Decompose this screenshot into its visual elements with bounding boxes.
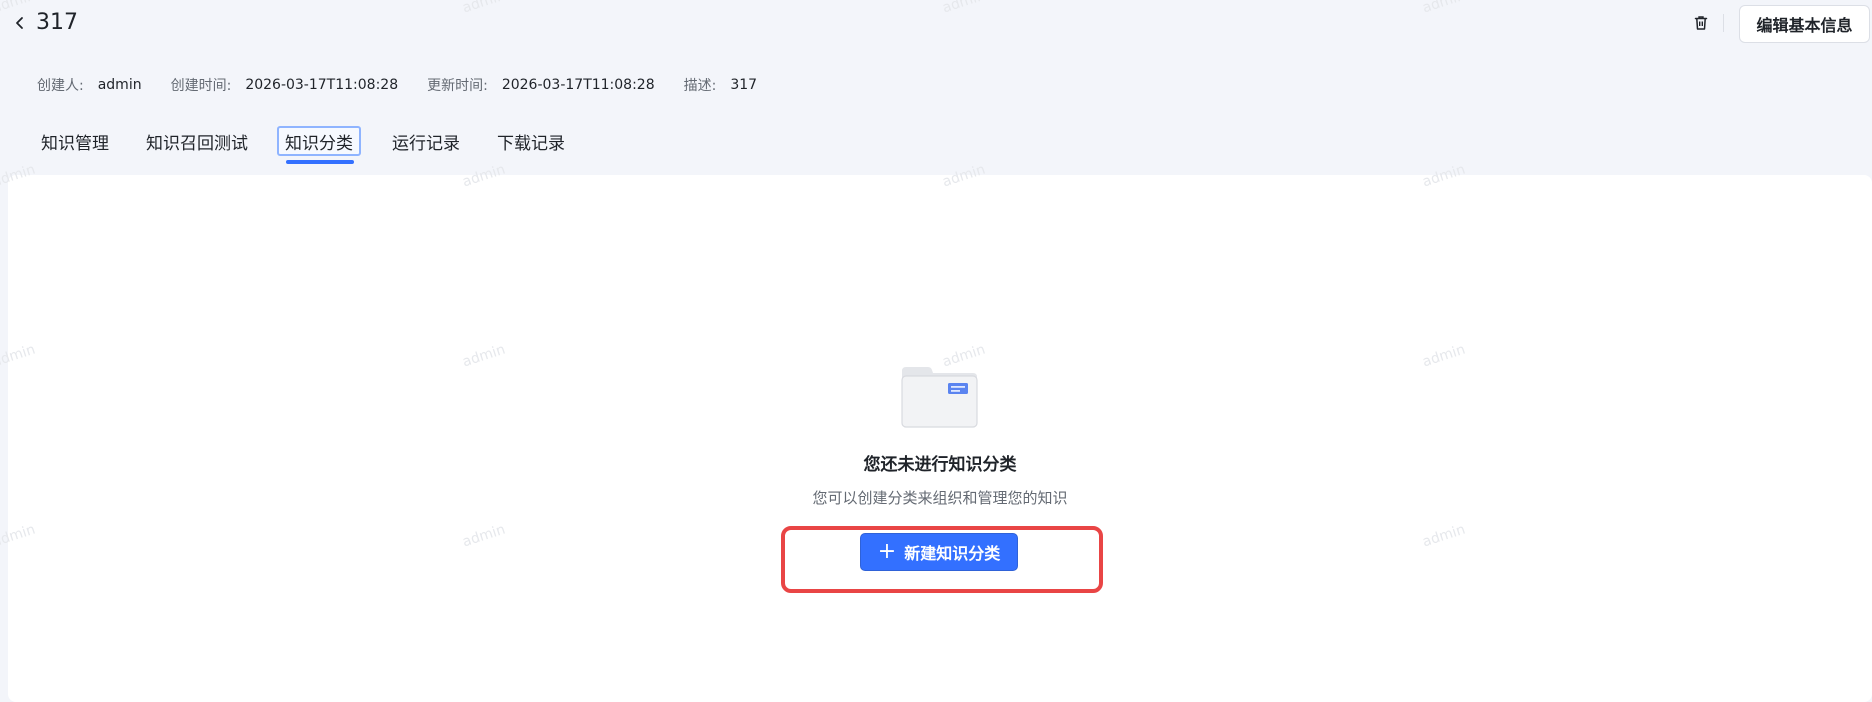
plus-icon: + [877, 539, 897, 564]
trash-icon [1694, 16, 1708, 30]
header-divider [1723, 14, 1724, 32]
header: 317 编辑基本信息 [0, 0, 1872, 48]
page-title: 317 [36, 10, 78, 35]
page: 317 编辑基本信息 创建人: admin 创建时间: 2026-03-17T1… [0, 0, 1872, 702]
tab-knowledge-recall-test[interactable]: 知识召回测试 [146, 126, 248, 156]
description-label: 描述: [683, 78, 717, 94]
tab-run-records[interactable]: 运行记录 [392, 126, 460, 156]
updated-time-label: 更新时间: [427, 78, 488, 94]
create-knowledge-category-button[interactable]: + 新建知识分类 [860, 533, 1018, 571]
empty-folder-icon [901, 367, 978, 428]
empty-state-title: 您还未进行知识分类 [863, 455, 1017, 475]
create-button-label: 新建知识分类 [904, 544, 1001, 563]
updated-time-value: 2026-03-17T11:08:28 [501, 77, 655, 93]
delete-button[interactable] [1690, 11, 1712, 35]
active-tab-indicator [286, 160, 354, 164]
created-time-label: 创建时间: [170, 78, 232, 94]
chevron-left-icon [16, 17, 23, 29]
empty-state-description: 您可以创建分类来组织和管理您的知识 [812, 489, 1068, 507]
creator-label: 创建人: [37, 78, 84, 94]
back-button[interactable] [9, 11, 31, 35]
content-panel [8, 175, 1872, 702]
creator-value: admin [97, 77, 142, 93]
tab-download-records[interactable]: 下载记录 [497, 126, 565, 156]
meta-info: 创建人: admin 创建时间: 2026-03-17T11:08:28 更新时… [37, 75, 757, 95]
created-time-value: 2026-03-17T11:08:28 [245, 77, 399, 93]
tab-knowledge-management[interactable]: 知识管理 [41, 126, 109, 156]
description-value: 317 [730, 77, 758, 93]
edit-basic-info-button[interactable]: 编辑基本信息 [1739, 5, 1870, 43]
tab-knowledge-classification[interactable]: 知识分类 [277, 126, 361, 156]
